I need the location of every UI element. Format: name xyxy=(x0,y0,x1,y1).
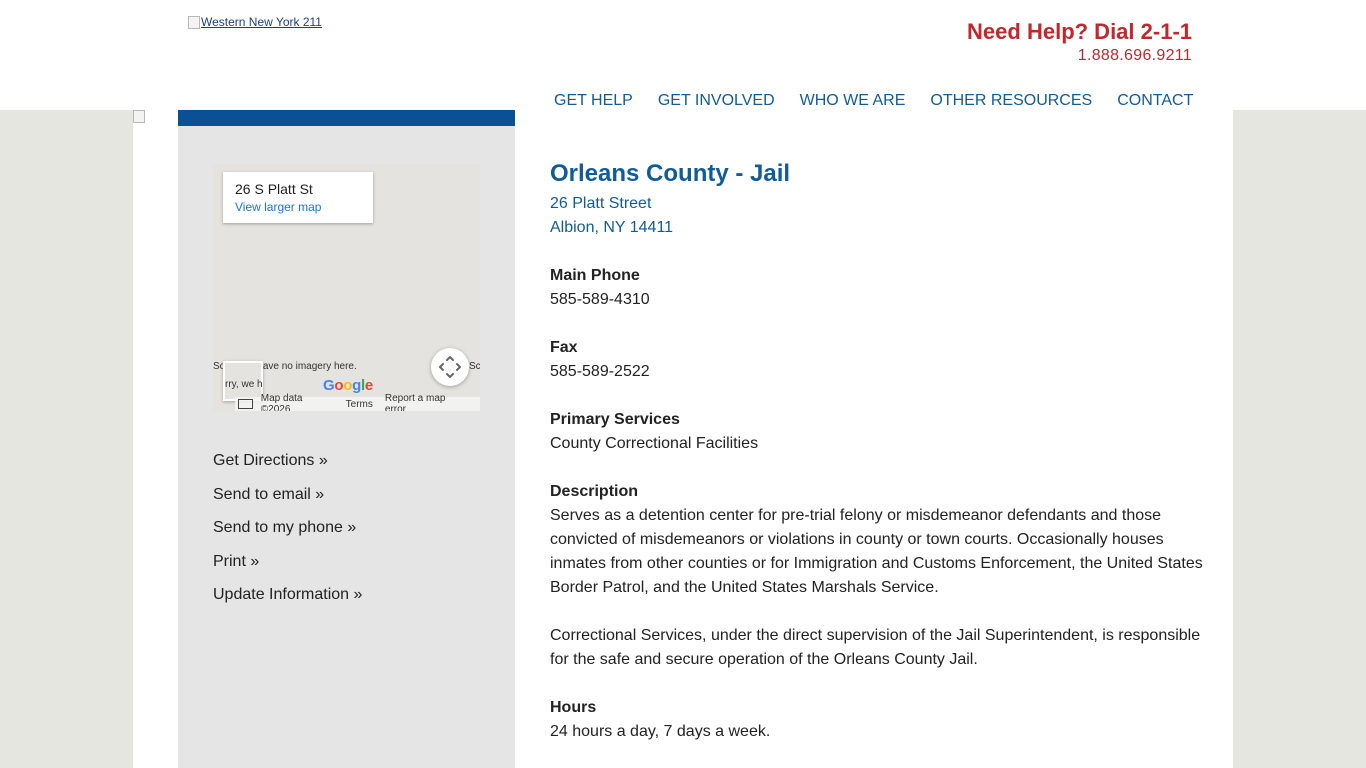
description-paragraph-2: Correctional Services, under the direct … xyxy=(550,627,1201,668)
send-to-phone-link[interactable]: Send to my phone » xyxy=(213,519,362,553)
fax-label: Fax xyxy=(550,339,578,356)
address-line-1[interactable]: 26 Platt Street xyxy=(550,192,1210,216)
map-footer: Map data ©2026 Terms Report a map error xyxy=(235,393,480,411)
fax-value: 585-589-2522 xyxy=(550,363,650,380)
map-info-card: 26 S Platt St View larger map xyxy=(223,172,373,223)
description-paragraph-1: Serves as a detention center for pre-tri… xyxy=(550,507,1203,596)
hours-label: Hours xyxy=(550,699,597,716)
view-larger-map-link[interactable]: View larger map xyxy=(235,200,321,214)
print-link[interactable]: Print » xyxy=(213,553,362,587)
nav-get-involved[interactable]: GET INVOLVED xyxy=(658,92,775,110)
logo-alt-text: Western New York 211 xyxy=(201,15,322,29)
move-arrows-icon xyxy=(439,356,461,378)
map-thumb-text: rry, we h xyxy=(225,379,263,390)
broken-image-icon xyxy=(133,110,145,123)
nav-who-we-are[interactable]: WHO WE ARE xyxy=(800,92,906,110)
google-logo: Google xyxy=(323,377,373,394)
broken-image-icon xyxy=(188,16,200,29)
sidebar: 26 S Platt St View larger map Sorry, we … xyxy=(178,110,515,768)
send-to-email-link[interactable]: Send to email » xyxy=(213,486,362,520)
update-information-link[interactable]: Update Information » xyxy=(213,586,362,620)
nav-other-resources[interactable]: OTHER RESOURCES xyxy=(930,92,1092,110)
main-phone-value: 585-589-4310 xyxy=(550,291,650,308)
help-phone-number[interactable]: 1.888.696.9211 xyxy=(1078,47,1192,65)
description-label: Description xyxy=(550,483,639,500)
listing-details: Orleans County - Jail 26 Platt Street Al… xyxy=(550,160,1210,744)
map-terms-link[interactable]: Terms xyxy=(346,399,373,410)
embedded-map[interactable]: 26 S Platt St View larger map Sorry, we … xyxy=(213,164,480,411)
keyboard-icon[interactable] xyxy=(238,399,253,409)
get-directions-link[interactable]: Get Directions » xyxy=(213,452,362,486)
main-phone-label: Main Phone xyxy=(550,267,640,284)
sidebar-accent-bar xyxy=(178,110,515,126)
primary-services-label: Primary Services xyxy=(550,411,680,428)
nav-get-help[interactable]: GET HELP xyxy=(554,92,633,110)
nav-contact[interactable]: CONTACT xyxy=(1117,92,1193,110)
map-pan-control[interactable] xyxy=(431,348,469,386)
hours-value: 24 hours a day, 7 days a week. xyxy=(550,723,771,740)
listing-actions: Get Directions » Send to email » Send to… xyxy=(213,452,362,620)
address-line-2[interactable]: Albion, NY 14411 xyxy=(550,216,1210,240)
map-no-imagery-text-right: Sc xyxy=(469,361,480,372)
main-nav: GET HELP GET INVOLVED WHO WE ARE OTHER R… xyxy=(554,92,1193,110)
map-data-credit: Map data ©2026 xyxy=(260,393,303,411)
map-type-thumbnail[interactable]: rry, we h xyxy=(223,361,263,401)
primary-services-value: County Correctional Facilities xyxy=(550,435,759,452)
map-address: 26 S Platt St xyxy=(235,181,313,197)
report-map-error-link[interactable]: Report a map error xyxy=(385,393,468,411)
listing-title: Orleans County - Jail xyxy=(550,160,791,187)
site-logo-link[interactable]: Western New York 211 xyxy=(188,15,322,29)
help-heading: Need Help? Dial 2-1-1 xyxy=(967,19,1192,44)
